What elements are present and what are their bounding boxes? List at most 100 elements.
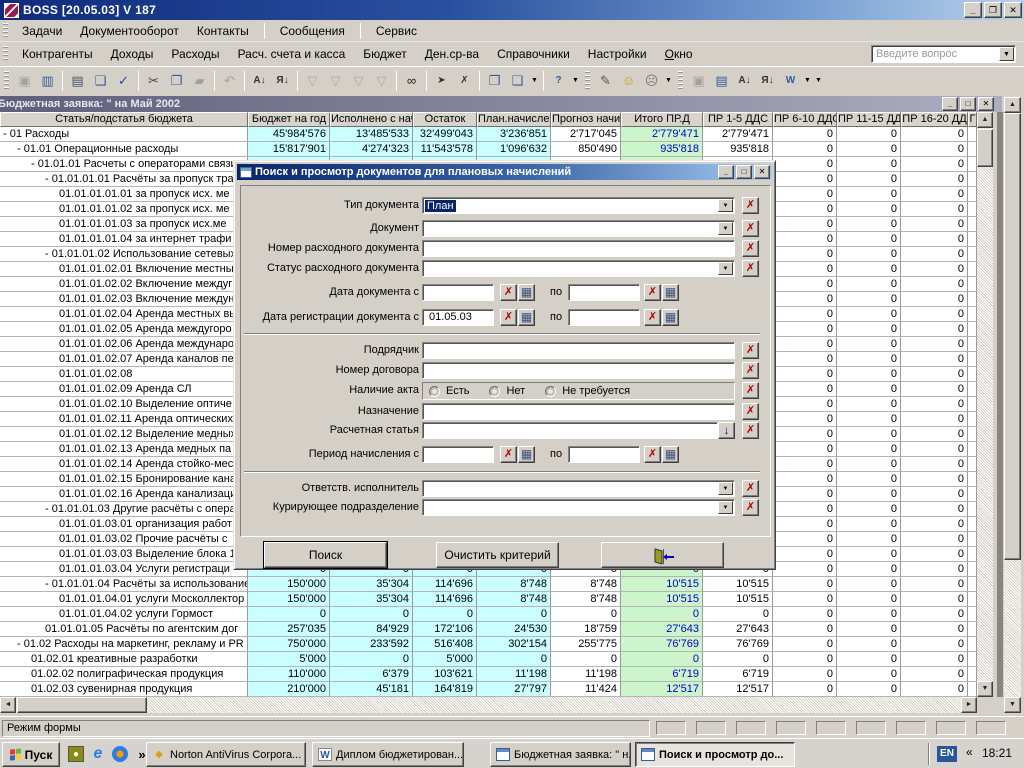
scroll-left-button[interactable]: ◄ — [0, 697, 16, 713]
word-export-button[interactable]: W — [779, 70, 802, 92]
pick-article-button[interactable]: ↓ — [718, 422, 735, 439]
value-cell[interactable]: 0 — [901, 457, 968, 472]
clear-filter-button[interactable]: ✗ — [742, 197, 759, 214]
value-cell[interactable]: 0 — [773, 457, 837, 472]
chevron-down-icon[interactable]: ▼ — [529, 70, 540, 92]
contract-number-input[interactable] — [422, 362, 735, 379]
value-cell[interactable]: 27'797 — [477, 682, 551, 697]
search-button[interactable]: Поиск — [264, 542, 387, 568]
accrual-to-input[interactable] — [568, 446, 640, 463]
article-cell[interactable]: 01.01.01.02.15 Бронирование кана — [0, 472, 248, 487]
value-cell[interactable]: 0 — [837, 532, 901, 547]
close-button[interactable]: ✕ — [978, 97, 994, 111]
value-cell[interactable]: 3'236'851 — [477, 127, 551, 142]
menu-item-расч-счета-и-касса[interactable]: Расч. счета и касса — [229, 45, 355, 63]
value-cell[interactable]: 0 — [901, 427, 968, 442]
value-cell[interactable]: 0 — [773, 232, 837, 247]
value-cell[interactable]: 0 — [837, 262, 901, 277]
value-cell[interactable]: 0 — [773, 577, 837, 592]
value-cell[interactable]: 4'274'323 — [330, 142, 413, 157]
scroll-down-button[interactable]: ▼ — [977, 681, 993, 697]
value-cell[interactable]: 5'000 — [248, 652, 330, 667]
value-cell[interactable]: 8'748 — [477, 592, 551, 607]
value-cell[interactable]: 84'929 — [330, 622, 413, 637]
value-cell[interactable]: 0 — [837, 172, 901, 187]
value-cell[interactable]: 0 — [773, 247, 837, 262]
value-cell[interactable]: 0 — [837, 682, 901, 697]
value-cell[interactable]: 0 — [837, 577, 901, 592]
value-cell[interactable]: 0 — [901, 412, 968, 427]
column-header[interactable]: План.начислен — [477, 112, 551, 127]
value-cell[interactable]: 0 — [551, 652, 621, 667]
value-cell[interactable]: 0 — [901, 247, 968, 262]
value-cell[interactable]: 11'543'578 — [413, 142, 477, 157]
table-row[interactable]: 01.02.02 полиграфическая продукция110'00… — [0, 667, 977, 682]
value-cell[interactable]: 0 — [837, 457, 901, 472]
table-row[interactable]: 01.01.01.05 Расчёты по агентским дог257'… — [0, 622, 977, 637]
value-cell[interactable]: 0 — [330, 607, 413, 622]
goto-record-button[interactable]: ➤ — [430, 70, 453, 92]
toolbar-grip[interactable] — [678, 71, 683, 91]
frown-button[interactable]: ☹ — [640, 70, 663, 92]
value-cell[interactable]: 0 — [773, 187, 837, 202]
chevron-down-icon[interactable]: ▼ — [999, 47, 1014, 61]
calendar-button[interactable]: ▦ — [518, 309, 535, 326]
radio-act-notrequired[interactable] — [545, 386, 556, 397]
chevron-down-icon[interactable]: ▼ — [718, 199, 733, 212]
scroll-up-button[interactable]: ▲ — [977, 112, 993, 128]
article-cell[interactable]: 01.01.01.01.01 за пропуск исх. ме — [0, 187, 248, 202]
value-cell[interactable]: 5'000 — [413, 652, 477, 667]
value-cell[interactable]: 0 — [901, 532, 968, 547]
print2-button[interactable]: ▤ — [710, 70, 733, 92]
value-cell[interactable]: 0 — [901, 367, 968, 382]
menu-item-задачи[interactable]: Задачи — [13, 22, 71, 40]
article-cell[interactable]: - 01.01.01 Расчеты с операторами связи — [0, 157, 248, 172]
clear-filter-button[interactable]: ✗ — [742, 480, 759, 497]
value-cell[interactable]: 172'106 — [413, 622, 477, 637]
value-cell[interactable]: 12'517 — [621, 682, 703, 697]
table-row[interactable]: 01.01.01.04.01 услуги Москоллектор150'00… — [0, 592, 977, 607]
article-cell[interactable]: - 01.02 Расходы на маркетинг, рекламу и … — [0, 637, 248, 652]
close-button[interactable]: ✕ — [754, 165, 770, 179]
doc-date-from-input[interactable] — [422, 284, 494, 301]
pin-button[interactable]: ✎ — [594, 70, 617, 92]
value-cell[interactable]: 0 — [901, 202, 968, 217]
value-cell[interactable]: 27'643 — [621, 622, 703, 637]
table-row[interactable]: - 01 Расходы45'984'57613'485'53332'499'0… — [0, 127, 977, 142]
value-cell[interactable]: 2'717'045 — [551, 127, 621, 142]
value-cell[interactable]: 0 — [901, 397, 968, 412]
article-cell[interactable]: 01.01.01.02.16 Аренда канализаци — [0, 487, 248, 502]
value-cell[interactable]: 45'181 — [330, 682, 413, 697]
article-cell[interactable]: - 01.01.01.02 Использование сетевых — [0, 247, 248, 262]
value-cell[interactable]: 114'696 — [413, 577, 477, 592]
column-header[interactable]: Исполнено с нач — [330, 112, 413, 127]
find-button[interactable]: ∞ — [400, 70, 423, 92]
value-cell[interactable]: 0 — [773, 157, 837, 172]
value-cell[interactable]: 0 — [901, 562, 968, 577]
window-vscroll-thumb[interactable] — [1004, 113, 1021, 560]
value-cell[interactable]: 0 — [773, 292, 837, 307]
contractor-input[interactable] — [422, 342, 735, 359]
chevron-down-icon[interactable]: ▼ — [718, 222, 733, 235]
value-cell[interactable]: 0 — [621, 652, 703, 667]
maximize-button[interactable]: □ — [960, 97, 976, 111]
column-header[interactable]: Прогноз начисл — [551, 112, 621, 127]
column-header[interactable]: ПР 16-20 ДД — [901, 112, 968, 127]
calc-article-input[interactable] — [422, 422, 718, 439]
value-cell[interactable]: 8'748 — [551, 592, 621, 607]
value-cell[interactable]: 0 — [837, 502, 901, 517]
budget-window-titlebar[interactable]: Бюджетная заявка: " на Май 2002 _ □ ✕ — [0, 96, 1002, 112]
article-cell[interactable]: 01.01.01.03.04 Услуги регистраци — [0, 562, 248, 577]
value-cell[interactable]: 0 — [773, 367, 837, 382]
value-cell[interactable]: 18'759 — [551, 622, 621, 637]
article-cell[interactable]: - 01.01.01.03 Другие расчёты с опера — [0, 502, 248, 517]
value-cell[interactable]: 850'490 — [551, 142, 621, 157]
value-cell[interactable]: 8'748 — [551, 577, 621, 592]
value-cell[interactable]: 0 — [901, 352, 968, 367]
clear-filter-button[interactable]: ✗ — [644, 309, 661, 326]
clear-filter-button[interactable]: ✗ — [742, 362, 759, 379]
value-cell[interactable]: 1'096'632 — [477, 142, 551, 157]
print-preview-button[interactable]: ❏ — [89, 70, 112, 92]
value-cell[interactable]: 0 — [837, 382, 901, 397]
value-cell[interactable]: 0 — [837, 622, 901, 637]
